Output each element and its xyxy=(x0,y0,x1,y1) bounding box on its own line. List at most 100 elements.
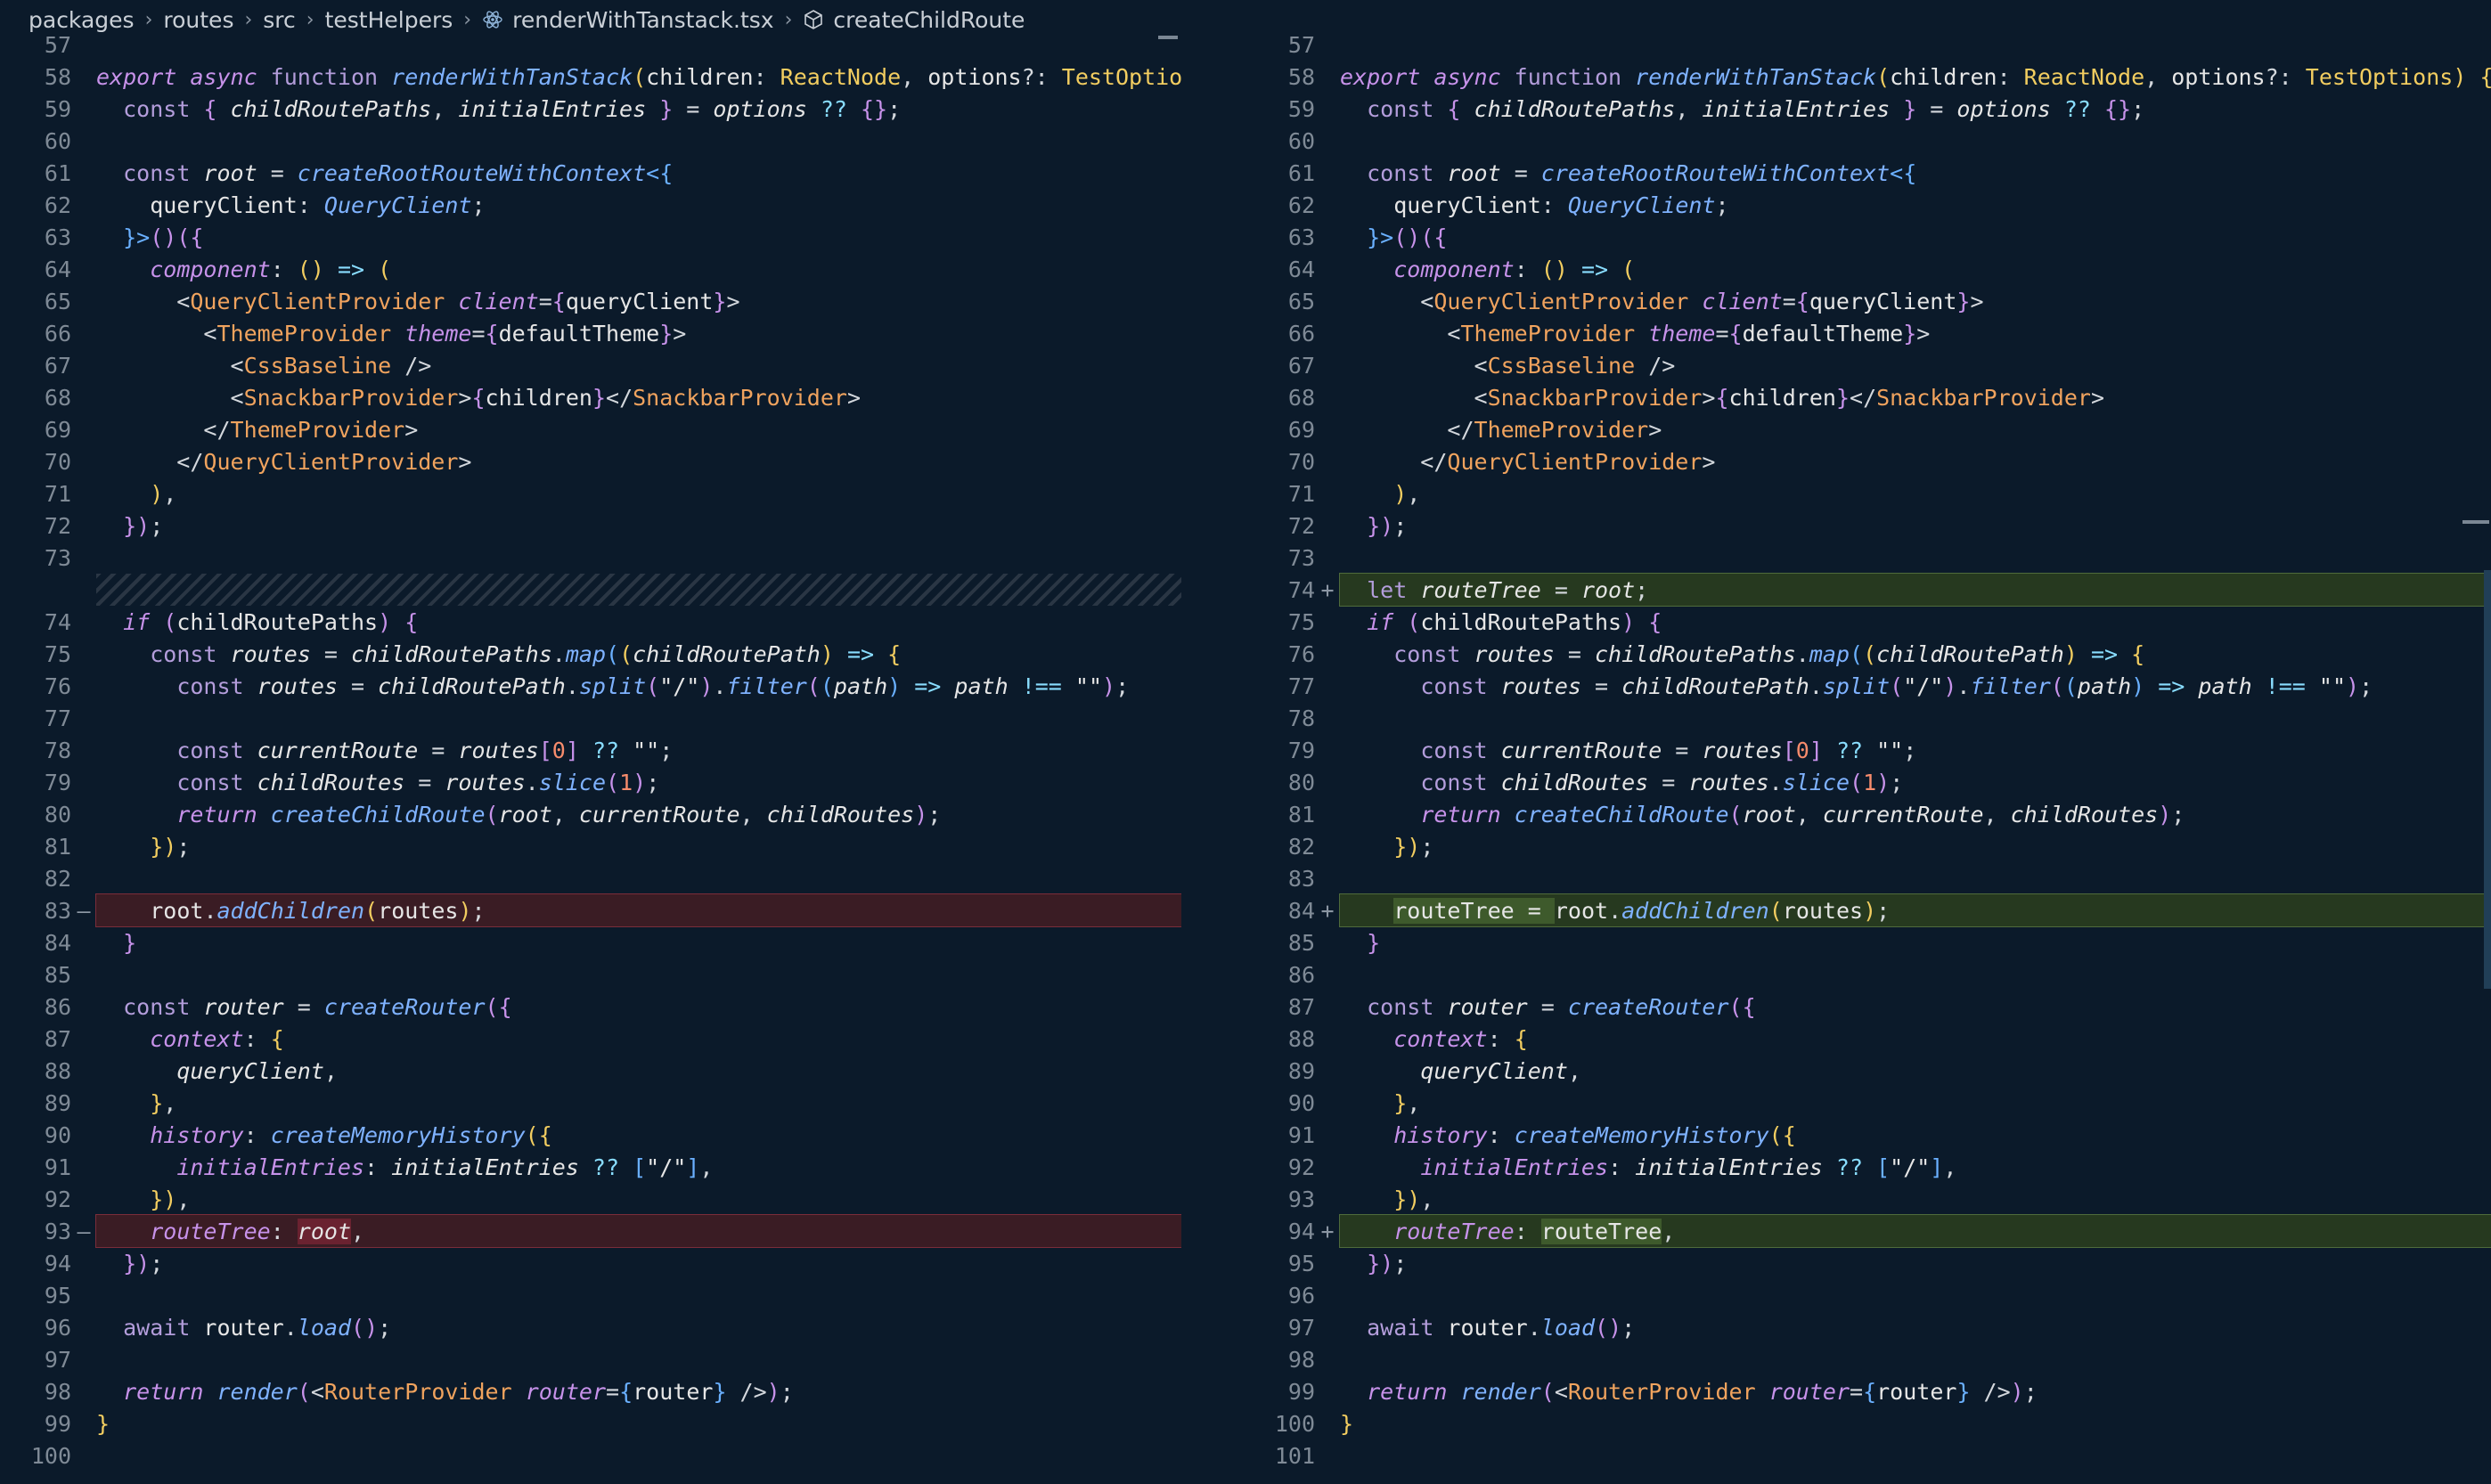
code-line[interactable]: 70 </QueryClientProvider > xyxy=(1244,445,2491,477)
code-line[interactable]: 74 if (childRoutePaths) { xyxy=(0,606,1181,638)
code-line[interactable]: 79 const currentRoute = routes[0] ?? ""; xyxy=(1244,734,2491,766)
code-line[interactable]: 72 }); xyxy=(0,510,1181,542)
code-line[interactable]: 58 export async function renderWithTanSta… xyxy=(1244,61,2491,93)
code-line[interactable]: 88 queryClient, xyxy=(0,1055,1181,1087)
code-line[interactable]: 66 < ThemeProvider theme ={defaultTheme} > xyxy=(0,317,1181,349)
code-line[interactable]: 62 queryClient: QueryClient; xyxy=(1244,189,2491,221)
code-line[interactable]: 75 if (childRoutePaths) { xyxy=(1244,606,2491,638)
code-line[interactable]: 67 < CssBaseline /> xyxy=(0,349,1181,381)
code-token: } xyxy=(1890,95,1917,122)
code-line[interactable]: 63 }>()({ xyxy=(0,221,1181,253)
code-line[interactable]: 99 return render(< RouterProvider router =… xyxy=(1244,1375,2491,1407)
code-line[interactable]: 62 queryClient: QueryClient; xyxy=(0,189,1181,221)
code-line[interactable]: 61 const root = createRootRouteWithConte… xyxy=(0,157,1181,189)
code-line[interactable]: 66 < ThemeProvider theme ={defaultTheme} > xyxy=(1244,317,2491,349)
code-line[interactable]: 80 const childRoutes = routes. slice(1); xyxy=(1244,766,2491,798)
code-line[interactable]: 73 xyxy=(0,542,1181,574)
scrollbar-thumb-left[interactable] xyxy=(1158,36,1178,39)
diff-line-removed[interactable]: 93— routeTree: root, xyxy=(0,1214,1181,1248)
code-line[interactable]: 69 </ThemeProvider > xyxy=(1244,413,2491,445)
code-line[interactable]: 75 const routes = childRoutePaths. map((c… xyxy=(0,638,1181,670)
code-line[interactable]: 73 xyxy=(1244,542,2491,574)
code-token: , xyxy=(739,801,767,828)
code-line[interactable]: 100} xyxy=(1244,1407,2491,1439)
code-line[interactable]: 97 xyxy=(0,1343,1181,1375)
code-line[interactable]: 79 const childRoutes = routes. slice(1); xyxy=(0,766,1181,798)
code-line[interactable]: 70 </QueryClientProvider > xyxy=(0,445,1181,477)
code-line[interactable]: 67 < CssBaseline /> xyxy=(1244,349,2491,381)
code-line[interactable]: 93 }), xyxy=(1244,1183,2491,1215)
code-line[interactable]: 64 component: () => ( xyxy=(1244,253,2491,285)
diff-line-removed[interactable]: 83— root. addChildren(routes); xyxy=(0,893,1181,927)
code-line[interactable]: 71 ), xyxy=(1244,477,2491,510)
code-line[interactable]: 92 }), xyxy=(0,1183,1181,1215)
scrollbar-thumb-right[interactable] xyxy=(2462,520,2489,524)
code-line[interactable]: 97 await router. load(); xyxy=(1244,1311,2491,1343)
code-line[interactable]: 98 return render(< RouterProvider router =… xyxy=(0,1375,1181,1407)
code-token: load xyxy=(297,1314,352,1341)
code-line[interactable]: 64 component: () => ( xyxy=(0,253,1181,285)
code-line[interactable]: 85 } xyxy=(1244,926,2491,958)
code-line[interactable]: 82 xyxy=(0,862,1181,894)
code-line[interactable]: 78 xyxy=(1244,702,2491,734)
code-line[interactable]: 94 }); xyxy=(0,1247,1181,1279)
code-line[interactable]: 77 xyxy=(0,702,1181,734)
code-line[interactable]: 89 }, xyxy=(0,1087,1181,1119)
code-line[interactable]: 65 < QueryClientProvider client ={queryCli… xyxy=(0,285,1181,317)
code-line[interactable]: 68 < SnackbarProvider >{children} </Snackba… xyxy=(1244,381,2491,413)
code-line[interactable]: 92 initialEntries: initialEntries ?? ["/… xyxy=(1244,1151,2491,1183)
code-line[interactable]: 90 history: createMemoryHistory({ xyxy=(0,1119,1181,1151)
code-line[interactable]: 59 const { childRoutePaths, initialEntri… xyxy=(1244,93,2491,125)
code-line[interactable]: 91 history: createMemoryHistory({ xyxy=(1244,1119,2491,1151)
code-line[interactable]: 86 const router = createRouter({ xyxy=(0,991,1181,1023)
code-line[interactable]: 101 xyxy=(1244,1439,2491,1472)
code-line[interactable]: 84 } xyxy=(0,926,1181,958)
code-line[interactable]: 80 return createChildRoute(root, current… xyxy=(0,798,1181,830)
diff-line-added[interactable]: 74 + let routeTree = root; xyxy=(1244,573,2491,607)
code-line[interactable]: 63 }>()({ xyxy=(1244,221,2491,253)
code-line[interactable]: 58 export async function renderWithTanSta… xyxy=(0,61,1181,93)
code-line[interactable]: 88 context: { xyxy=(1244,1023,2491,1055)
code-line[interactable]: 95 xyxy=(0,1279,1181,1311)
code-line[interactable]: 86 xyxy=(1244,958,2491,991)
code-line[interactable]: 69 </ThemeProvider > xyxy=(0,413,1181,445)
diff-modified-pane[interactable]: 57 58 export async function renderWithTanS… xyxy=(1244,0,2491,1484)
code-line[interactable]: 57 xyxy=(0,29,1181,61)
code-line[interactable]: 72 }); xyxy=(1244,510,2491,542)
code-line[interactable]: 71 ), xyxy=(0,477,1181,510)
code-line[interactable]: 96 xyxy=(1244,1279,2491,1311)
code-line[interactable]: 100 xyxy=(0,1439,1181,1472)
code-line[interactable]: 68 < SnackbarProvider >{children} </Snackba… xyxy=(0,381,1181,413)
code-line[interactable]: 83 xyxy=(1244,862,2491,894)
code-line[interactable]: 81 return createChildRoute(root, current… xyxy=(1244,798,2491,830)
code-line[interactable]: 76 const routes = childRoutePath. split("… xyxy=(0,670,1181,702)
diff-original-pane[interactable]: 57 58 export async function renderWithTanS… xyxy=(0,0,1181,1484)
code-line[interactable]: 76 const routes = childRoutePaths. map((c… xyxy=(1244,638,2491,670)
code-line[interactable]: 59 const { childRoutePaths, initialEntri… xyxy=(0,93,1181,125)
code-line[interactable]: 91 initialEntries: initialEntries ?? ["/… xyxy=(0,1151,1181,1183)
code-line[interactable]: 87 context: { xyxy=(0,1023,1181,1055)
diff-line-added[interactable]: 84 + routeTree = root. addChildren(routes)… xyxy=(1244,893,2491,927)
code-line[interactable]: 81 }); xyxy=(0,830,1181,862)
code-line[interactable]: 95 }); xyxy=(1244,1247,2491,1279)
code-line[interactable]: 60 xyxy=(1244,125,2491,157)
code-token: ) xyxy=(2063,640,2078,667)
code-token: queryClient xyxy=(1809,288,1957,314)
code-line[interactable]: 99} xyxy=(0,1407,1181,1439)
code-line[interactable]: 60 xyxy=(0,125,1181,157)
code-line[interactable]: 77 const routes = childRoutePath. split("… xyxy=(1244,670,2491,702)
diff-line-added[interactable]: 94 + routeTree: routeTree, xyxy=(1244,1214,2491,1248)
code-token: : xyxy=(1487,1025,1515,1052)
code-line[interactable]: 89 queryClient, xyxy=(1244,1055,2491,1087)
code-line[interactable]: 82 }); xyxy=(1244,830,2491,862)
code-line[interactable]: 96 await router. load(); xyxy=(0,1311,1181,1343)
code-line[interactable]: 98 xyxy=(1244,1343,2491,1375)
code-line[interactable]: 87 const router = createRouter({ xyxy=(1244,991,2491,1023)
code-line[interactable]: 65 < QueryClientProvider client ={queryCli… xyxy=(1244,285,2491,317)
code-line[interactable]: 90 }, xyxy=(1244,1087,2491,1119)
code-line[interactable]: 57 xyxy=(1244,29,2491,61)
code-line[interactable]: 61 const root = createRootRouteWithConte… xyxy=(1244,157,2491,189)
code-line[interactable]: 78 const currentRoute = routes[0] ?? ""; xyxy=(0,734,1181,766)
code-line[interactable]: 85 xyxy=(0,958,1181,991)
